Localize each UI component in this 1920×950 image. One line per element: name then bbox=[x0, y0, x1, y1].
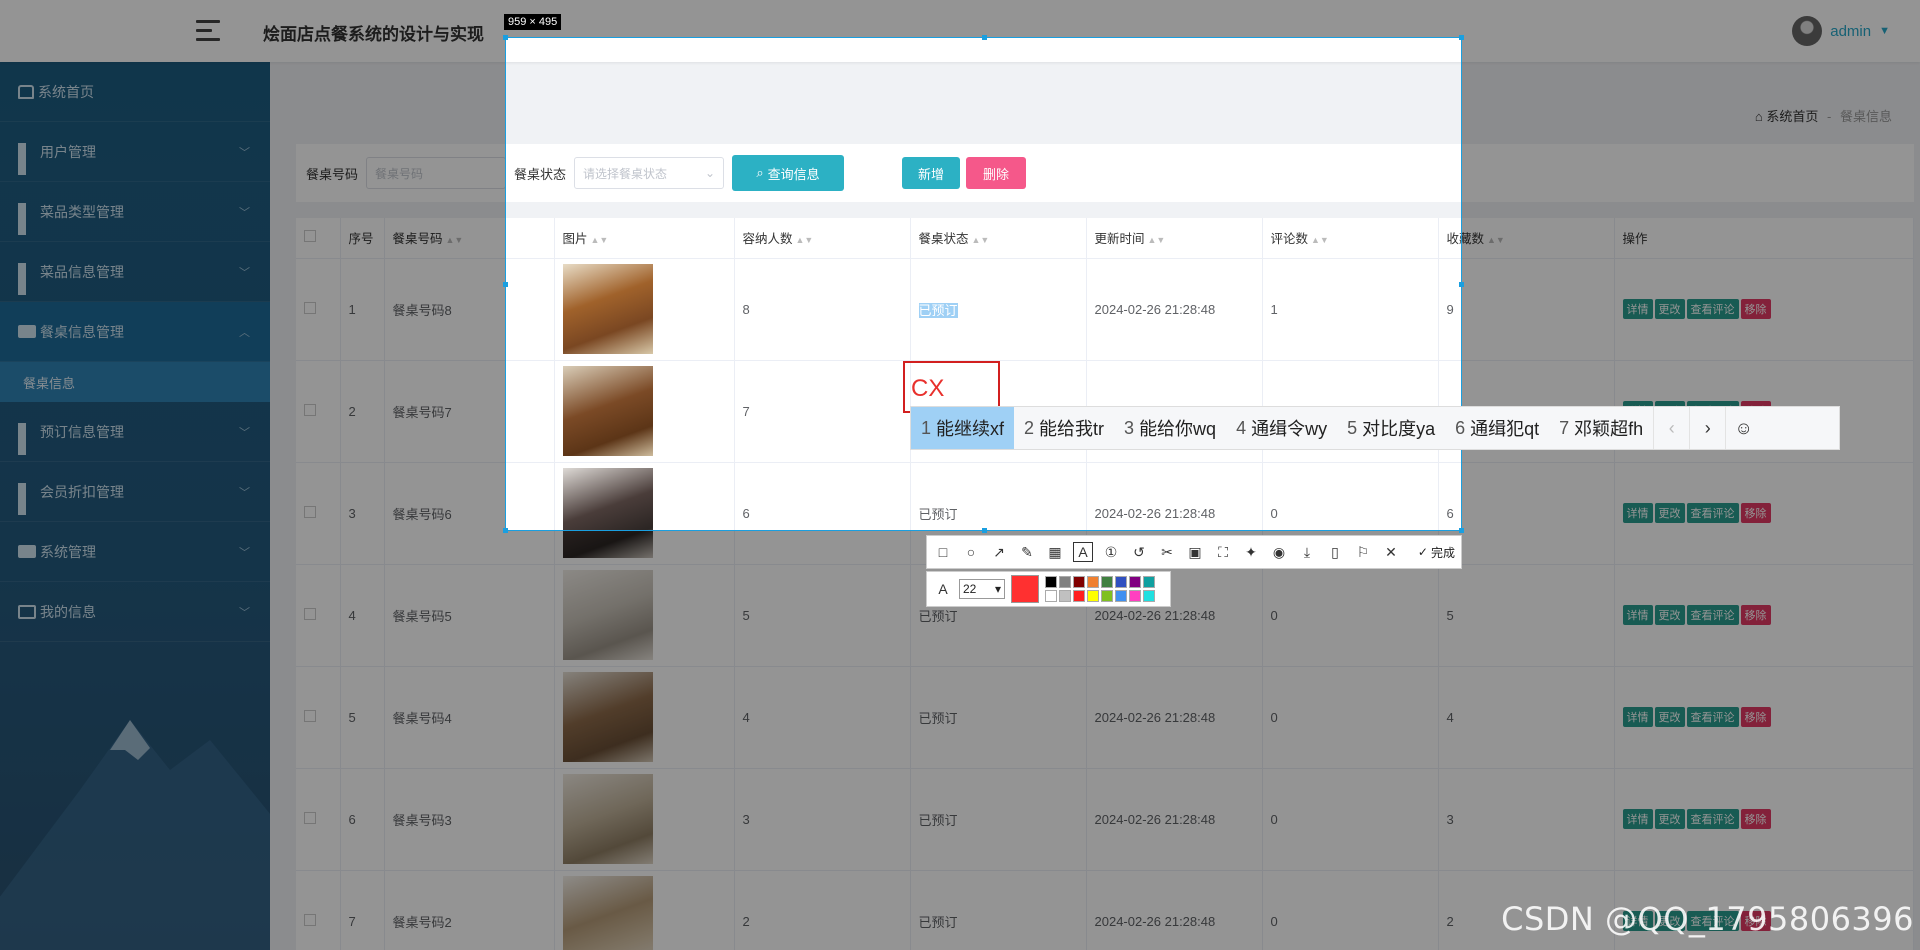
font-icon: A bbox=[938, 581, 948, 597]
emoji-icon[interactable]: ☺ bbox=[1725, 407, 1761, 449]
rectangle-tool-icon[interactable]: □ bbox=[933, 542, 953, 562]
ime-candidate-text: 能给你wq bbox=[1139, 419, 1217, 439]
mosaic-tool-icon[interactable]: ▦ bbox=[1045, 542, 1065, 562]
ime-candidate-number: 1 bbox=[921, 417, 932, 438]
color-swatch[interactable] bbox=[1101, 590, 1113, 602]
ime-candidate-number: 5 bbox=[1347, 417, 1358, 438]
resize-handle[interactable] bbox=[1459, 282, 1464, 287]
resize-handle[interactable] bbox=[1459, 35, 1464, 40]
ime-candidate-number: 7 bbox=[1559, 417, 1570, 438]
ime-candidate[interactable]: 2 能给我tr bbox=[1014, 407, 1114, 449]
dim-overlay-left bbox=[0, 37, 505, 531]
color-swatch[interactable] bbox=[1115, 576, 1127, 588]
done-button[interactable]: ✓ 完成 bbox=[1418, 544, 1455, 561]
ime-candidate-text: 能继续xf bbox=[936, 419, 1005, 439]
phone-icon[interactable]: ▯ bbox=[1325, 542, 1345, 562]
ime-candidate-text: 能给我tr bbox=[1039, 419, 1105, 439]
capture-region[interactable] bbox=[503, 35, 1464, 533]
color-swatch[interactable] bbox=[1087, 590, 1099, 602]
color-swatch[interactable] bbox=[1045, 576, 1057, 588]
ellipse-tool-icon[interactable]: ○ bbox=[961, 542, 981, 562]
ime-candidate-bar: 1 能继续xf 2 能给我tr 3 能给你wq 4 通缉令wy 5 对比度ya 6 通缉犯qt 7 邓颖超… bbox=[910, 406, 1840, 450]
text-style-toolbar: A 22 ▾ bbox=[926, 571, 1171, 607]
color-swatch[interactable] bbox=[1073, 576, 1085, 588]
color-swatch[interactable] bbox=[1045, 590, 1057, 602]
number-tool-icon[interactable]: ① bbox=[1101, 542, 1121, 562]
ime-candidate-number: 4 bbox=[1236, 417, 1247, 438]
resize-handle[interactable] bbox=[503, 282, 508, 287]
text-tool-icon[interactable]: A bbox=[1073, 542, 1093, 562]
check-icon: ✓ bbox=[1417, 545, 1428, 559]
record-icon[interactable]: ◉ bbox=[1269, 542, 1289, 562]
color-swatch[interactable] bbox=[1143, 590, 1155, 602]
chevron-down-icon: ▾ bbox=[994, 582, 1001, 596]
done-label: 完成 bbox=[1430, 545, 1455, 560]
ime-candidate-text: 通缉令wy bbox=[1251, 419, 1328, 439]
color-palette bbox=[1045, 576, 1155, 602]
ime-candidate[interactable]: 5 对比度ya bbox=[1337, 407, 1445, 449]
ime-prev-icon[interactable]: ‹ bbox=[1653, 407, 1689, 449]
ime-candidate-text: 对比度ya bbox=[1362, 419, 1436, 439]
ime-candidate-number: 6 bbox=[1455, 417, 1466, 438]
color-swatch[interactable] bbox=[1059, 590, 1071, 602]
pen-tool-icon[interactable]: ✎ bbox=[1017, 542, 1037, 562]
font-size-select[interactable]: 22 ▾ bbox=[959, 579, 1005, 599]
dim-overlay-right bbox=[1462, 37, 1920, 531]
color-swatch[interactable] bbox=[1073, 590, 1085, 602]
ime-candidate-number: 3 bbox=[1124, 417, 1135, 438]
color-swatch[interactable] bbox=[1115, 590, 1127, 602]
current-color-swatch[interactable] bbox=[1011, 575, 1039, 603]
screen-translate-icon[interactable]: ⛶ bbox=[1213, 542, 1233, 562]
resize-handle[interactable] bbox=[1459, 528, 1464, 533]
ocr-icon[interactable]: ▣ bbox=[1185, 542, 1205, 562]
pin-icon[interactable]: ✦ bbox=[1241, 542, 1261, 562]
ime-candidate[interactable]: 4 通缉令wy bbox=[1226, 407, 1337, 449]
arrow-tool-icon[interactable]: ↗ bbox=[989, 542, 1009, 562]
dim-overlay-top bbox=[0, 0, 1920, 37]
download-icon[interactable]: ⤓ bbox=[1297, 542, 1317, 562]
undo-icon[interactable]: ↺ bbox=[1129, 542, 1149, 562]
watermark: CSDN @QQ_1795806396 bbox=[1501, 900, 1914, 938]
ime-candidate[interactable]: 7 邓颖超fh bbox=[1549, 407, 1653, 449]
font-size-value: 22 bbox=[963, 582, 977, 596]
ime-candidate-text: 邓颖超fh bbox=[1574, 419, 1644, 439]
resize-handle[interactable] bbox=[982, 35, 987, 40]
capture-toolbar: □ ○ ↗ ✎ ▦ A ① ↺ ✂ ▣ ⛶ ✦ ◉ ⤓ ▯ ⚐ ✕ ✓ 完成 bbox=[926, 535, 1462, 569]
color-swatch[interactable] bbox=[1143, 576, 1155, 588]
resize-handle[interactable] bbox=[503, 35, 508, 40]
color-swatch[interactable] bbox=[1059, 576, 1071, 588]
color-swatch[interactable] bbox=[1129, 590, 1141, 602]
resize-handle[interactable] bbox=[982, 528, 987, 533]
bookmark-icon[interactable]: ⚐ bbox=[1353, 542, 1373, 562]
color-swatch[interactable] bbox=[1101, 576, 1113, 588]
color-swatch[interactable] bbox=[1087, 576, 1099, 588]
resize-handle[interactable] bbox=[503, 528, 508, 533]
ime-candidate-text: 通缉犯qt bbox=[1470, 419, 1540, 439]
ime-next-icon[interactable]: › bbox=[1689, 407, 1725, 449]
ime-candidate[interactable]: 1 能继续xf bbox=[911, 407, 1015, 449]
scissors-icon[interactable]: ✂ bbox=[1157, 542, 1177, 562]
typed-text: CX bbox=[911, 375, 945, 402]
close-icon[interactable]: ✕ bbox=[1381, 542, 1401, 562]
ime-candidate[interactable]: 6 通缉犯qt bbox=[1445, 407, 1549, 449]
ime-candidate[interactable]: 3 能给你wq bbox=[1114, 407, 1226, 449]
capture-size-label: 959 × 495 bbox=[504, 14, 562, 30]
color-swatch[interactable] bbox=[1129, 576, 1141, 588]
ime-candidate-number: 2 bbox=[1024, 417, 1035, 438]
